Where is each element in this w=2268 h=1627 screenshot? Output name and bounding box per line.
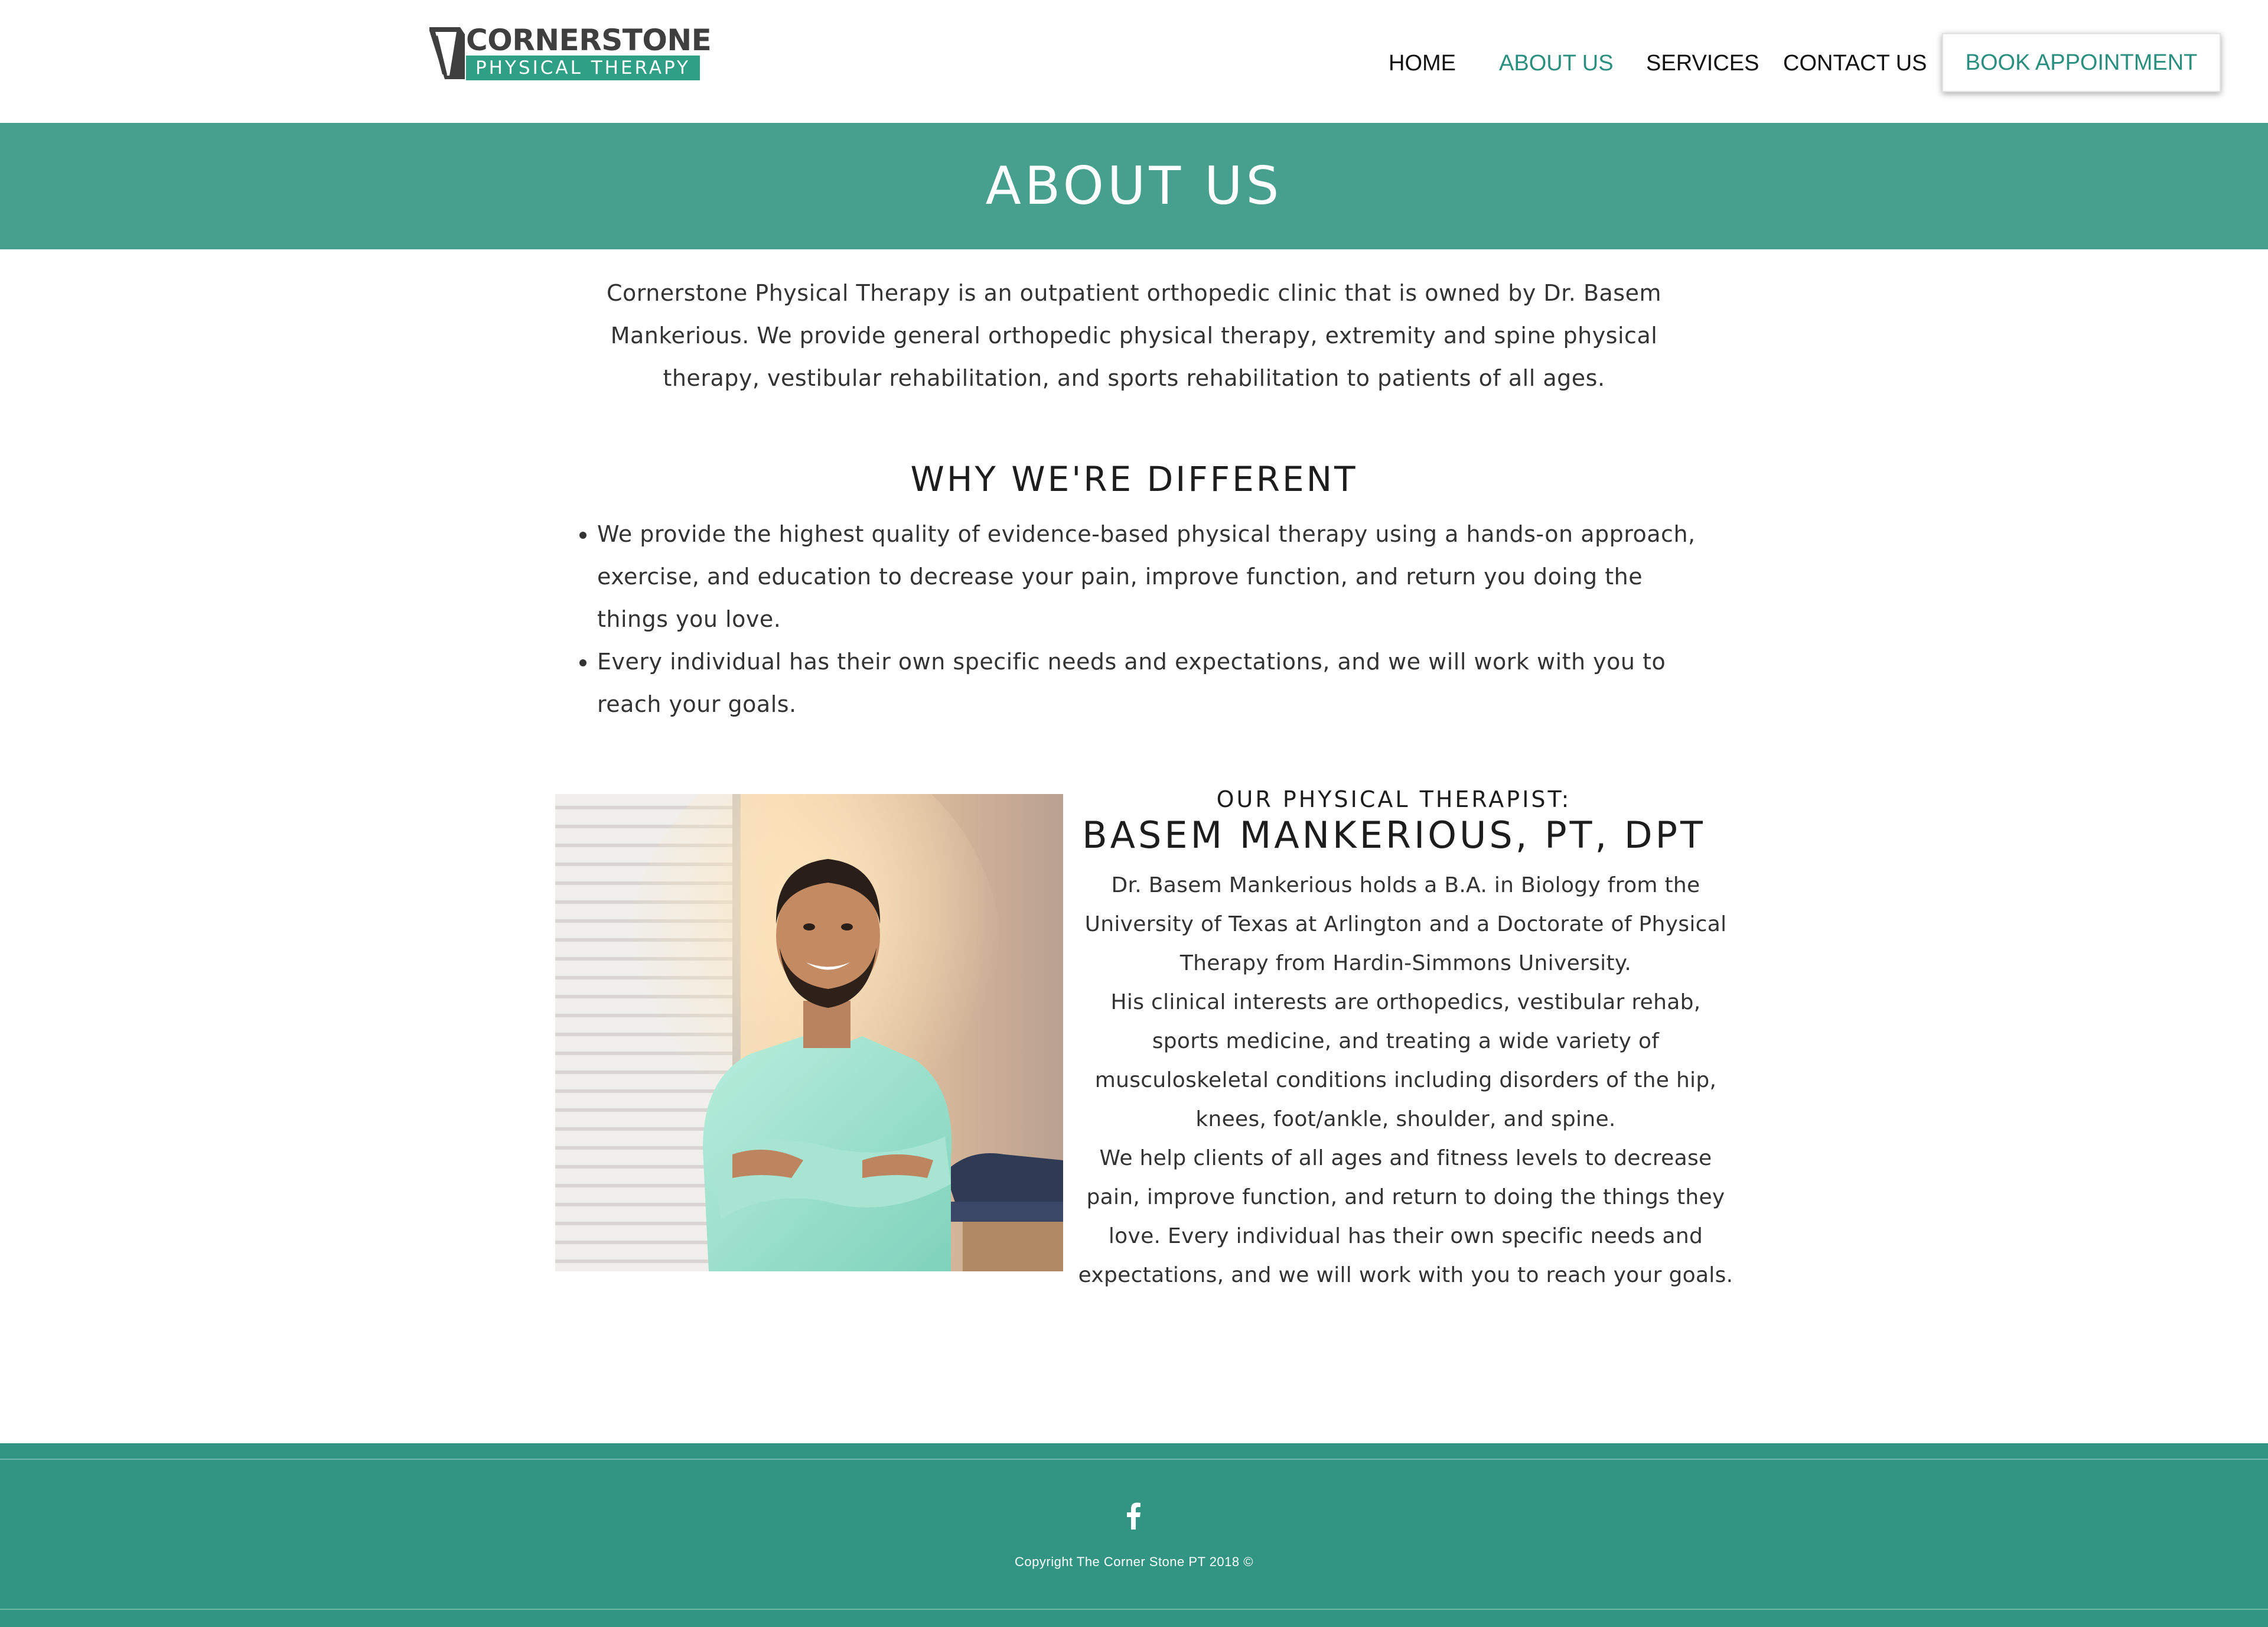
- nav-contact-us[interactable]: CONTACT US: [1783, 48, 1927, 78]
- nav-about-us[interactable]: ABOUT US: [1499, 48, 1614, 78]
- why-different-heading: WHY WE'RE DIFFERENT: [910, 459, 1358, 499]
- logo-wordmark: CORNERSTONE: [466, 23, 712, 57]
- footer-divider-top: [0, 1459, 2268, 1460]
- site-footer: Copyright The Corner Stone PT 2018 ©: [0, 1443, 2268, 1627]
- list-item: We provide the highest quality of eviden…: [597, 513, 1713, 640]
- site-header: CORNERSTONE PHYSICAL THERAPY HOME ABOUT …: [0, 0, 2268, 123]
- why-different-list: We provide the highest quality of eviden…: [567, 513, 1713, 725]
- bio-paragraph: We help clients of all ages and fitness …: [1078, 1146, 1733, 1287]
- facebook-icon[interactable]: [1122, 1501, 1146, 1530]
- logo-mark-icon: [429, 27, 465, 79]
- therapist-photo: [555, 794, 1063, 1271]
- logo-tagline: PHYSICAL THERAPY: [466, 56, 700, 80]
- treatment-table: [945, 1153, 1063, 1271]
- nav-services[interactable]: SERVICES: [1646, 48, 1759, 78]
- bio-paragraph: His clinical interests are orthopedics, …: [1094, 990, 1717, 1131]
- book-appointment-button[interactable]: BOOK APPOINTMENT: [1942, 33, 2221, 92]
- copyright-text: Copyright The Corner Stone PT 2018 ©: [1015, 1554, 1253, 1569]
- intro-paragraph: Cornerstone Physical Therapy is an outpa…: [606, 280, 1661, 391]
- therapist-eyebrow: OUR PHYSICAL THERAPIST:: [1216, 786, 1572, 812]
- therapist-name: BASEM MANKERIOUS, PT, DPT: [1082, 814, 1706, 857]
- nav-home[interactable]: HOME: [1389, 48, 1456, 78]
- page-title: ABOUT US: [985, 155, 1283, 216]
- bio-paragraph: Dr. Basem Mankerious holds a B.A. in Bio…: [1084, 873, 1727, 975]
- list-item: Every individual has their own specific …: [597, 640, 1713, 725]
- title-band: ABOUT US: [0, 123, 2268, 249]
- footer-divider-bottom: [0, 1609, 2268, 1610]
- therapist-bio: Dr. Basem Mankerious holds a B.A. in Bio…: [1075, 866, 1736, 1295]
- logo[interactable]: CORNERSTONE PHYSICAL THERAPY: [429, 24, 712, 82]
